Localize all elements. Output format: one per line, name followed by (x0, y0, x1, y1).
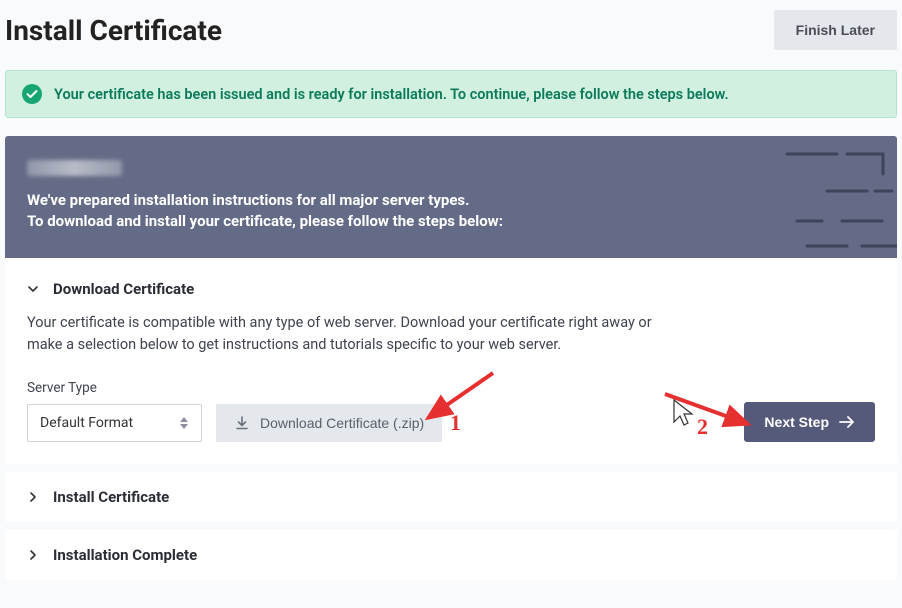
download-certificate-button[interactable]: Download Certificate (.zip) (216, 404, 442, 442)
server-type-value: Default Format (40, 415, 133, 431)
install-step-title: Install Certificate (53, 488, 169, 506)
success-alert: Your certificate has been issued and is … (5, 70, 897, 118)
server-illustration-icon (707, 146, 897, 258)
server-type-select[interactable]: Default Format (27, 404, 202, 442)
download-button-label: Download Certificate (.zip) (260, 415, 424, 431)
check-circle-icon (22, 84, 42, 104)
section-header[interactable]: Download Certificate (27, 280, 875, 298)
download-section-title: Download Certificate (53, 280, 194, 298)
finish-later-button[interactable]: Finish Later (774, 10, 897, 50)
download-description: Your certificate is compatible with any … (27, 312, 667, 356)
instructions-banner: We've prepared installation instructions… (5, 136, 897, 258)
download-icon (234, 415, 250, 431)
server-type-label: Server Type (27, 380, 202, 396)
chevron-down-icon (27, 283, 39, 295)
arrow-right-icon (839, 416, 855, 428)
page-title: Install Certificate (5, 14, 222, 47)
alert-text: Your certificate has been issued and is … (54, 86, 729, 103)
chevron-right-icon (27, 549, 39, 561)
next-button-label: Next Step (764, 414, 829, 430)
domain-placeholder (27, 160, 122, 176)
complete-step-title: Installation Complete (53, 546, 197, 564)
download-certificate-section: Download Certificate Your certificate is… (5, 258, 897, 464)
installation-complete-step[interactable]: Installation Complete (5, 530, 897, 580)
next-step-button[interactable]: Next Step (744, 402, 875, 442)
install-certificate-step[interactable]: Install Certificate (5, 472, 897, 522)
select-caret-icon (179, 415, 189, 431)
chevron-right-icon (27, 491, 39, 503)
